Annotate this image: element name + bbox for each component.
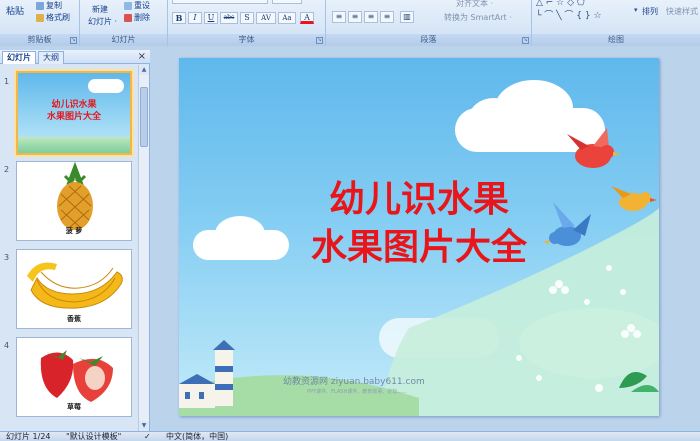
scroll-thumb[interactable] bbox=[140, 87, 148, 147]
new-slide-button-line1[interactable]: 新建 bbox=[92, 4, 108, 15]
scroll-up-button[interactable]: ▲ bbox=[139, 65, 149, 75]
copy-icon bbox=[36, 1, 44, 10]
delete-label: 删除 bbox=[134, 13, 150, 22]
reset-icon bbox=[124, 1, 132, 10]
shapes-gallery[interactable]: △ ⌐ ☆ ◇ ⬠ bbox=[536, 0, 585, 8]
clipboard-group: 粘贴 复制 格式刷 剪贴板 ↘ bbox=[0, 0, 80, 46]
reset-label: 重设 bbox=[134, 1, 150, 10]
align-right-button[interactable]: ≡ bbox=[364, 11, 378, 23]
slides-group: 新建 幻灯片 · 重设 删除 幻灯片 bbox=[80, 0, 168, 46]
shapes-more-button[interactable]: ▾ bbox=[634, 6, 638, 14]
italic-button[interactable]: I bbox=[188, 12, 202, 24]
shadow-button[interactable]: S bbox=[240, 12, 254, 24]
slide-editor: 幼儿识水果 水果图片大全 幼教资源网 ziyuan.baby611.com PP… bbox=[150, 46, 700, 431]
strikethrough-button[interactable]: abc bbox=[220, 12, 238, 24]
brush-icon bbox=[36, 13, 44, 22]
paragraph-group-label: 段落 bbox=[326, 34, 531, 46]
reset-button[interactable]: 重设 bbox=[124, 0, 150, 11]
font-color-button[interactable]: A bbox=[300, 12, 314, 24]
pane-tabs: 幻灯片 大纲 × bbox=[0, 50, 150, 64]
copy-button[interactable]: 复制 bbox=[36, 0, 62, 11]
font-group: B I U abc S AV Aa A 字体 ↘ bbox=[168, 0, 326, 46]
language-indicator[interactable]: 中文(简体，中国) bbox=[166, 432, 228, 441]
delete-button[interactable]: 删除 bbox=[124, 12, 150, 23]
paragraph-launcher[interactable]: ↘ bbox=[522, 37, 529, 44]
slide-title-line2[interactable]: 水果图片大全 bbox=[179, 218, 659, 270]
font-name-box[interactable] bbox=[172, 0, 268, 4]
current-slide[interactable]: 幼儿识水果 水果图片大全 幼教资源网 ziyuan.baby611.com PP… bbox=[179, 58, 659, 416]
quick-styles-button[interactable]: 快速样式 bbox=[666, 6, 698, 17]
paragraph-group: 对齐文本 · ≡ ≡ ≡ ≡ ▥ 转换为 SmartArt · 段落 ↘ bbox=[326, 0, 532, 46]
shapes-gallery-row2[interactable]: └ ⌒ ╲ ⌒ { } ☆ bbox=[536, 8, 602, 21]
paste-button[interactable]: 粘贴 bbox=[6, 4, 24, 17]
thumb-caption: 香蕉 bbox=[67, 315, 81, 323]
align-left-button[interactable]: ≡ bbox=[332, 11, 346, 23]
clipboard-group-label: 剪贴板 bbox=[0, 34, 79, 46]
font-launcher[interactable]: ↘ bbox=[316, 37, 323, 44]
format-painter-button[interactable]: 格式刷 bbox=[36, 12, 70, 23]
scroll-down-button[interactable]: ▼ bbox=[139, 421, 149, 431]
slide-thumbnail-2[interactable]: 菠 萝 bbox=[16, 161, 132, 241]
slide-thumbnails: 1 幼儿识水果 水果图片大全 2 菠 萝 3 香蕉 4 草莓 bbox=[0, 65, 138, 431]
slide-thumbnail-3[interactable]: 香蕉 bbox=[16, 249, 132, 329]
tab-outline[interactable]: 大纲 bbox=[38, 51, 64, 64]
char-spacing-button[interactable]: AV bbox=[256, 12, 276, 24]
thumb-caption: 菠 萝 bbox=[65, 227, 83, 235]
slide-number: 1 bbox=[4, 77, 10, 86]
lighthouse-icon bbox=[179, 340, 235, 408]
watermark-text: 幼教资源网 ziyuan.baby611.com bbox=[283, 377, 425, 387]
slides-group-label: 幻灯片 bbox=[80, 34, 167, 46]
thumb-cloud bbox=[88, 79, 124, 93]
ribbon: 粘贴 复制 格式刷 剪贴板 ↘ 新建 幻灯片 · 重设 删除 幻灯片 B I U… bbox=[0, 0, 700, 46]
slide-position: 幻灯片 1/24 bbox=[6, 432, 51, 441]
spellcheck-icon[interactable]: ✓ bbox=[144, 432, 151, 441]
smartart-button[interactable]: 转换为 SmartArt · bbox=[444, 12, 512, 23]
new-slide-button-line2[interactable]: 幻灯片 · bbox=[88, 16, 117, 27]
watermark-subtext: PPT课件、FLASH课件、教育故事、论坛...... bbox=[307, 389, 407, 395]
drawing-group: △ ⌐ ☆ ◇ ⬠ └ ⌒ ╲ ⌒ { } ☆ ▾ 排列 快速样式 绘图 bbox=[532, 0, 700, 46]
columns-button[interactable]: ▥ bbox=[400, 11, 414, 23]
thumb-ground bbox=[18, 137, 130, 153]
slide-number: 4 bbox=[4, 341, 10, 350]
slide-thumbnail-4[interactable]: 草莓 bbox=[16, 337, 132, 417]
change-case-button[interactable]: Aa bbox=[278, 12, 296, 24]
slide-thumbnail-1[interactable]: 幼儿识水果 水果图片大全 bbox=[16, 71, 132, 155]
status-bar: 幻灯片 1/24 "默认设计模板" ✓ 中文(简体，中国) bbox=[0, 431, 700, 441]
align-center-button[interactable]: ≡ bbox=[348, 11, 362, 23]
close-pane-button[interactable]: × bbox=[138, 51, 146, 62]
copy-label: 复制 bbox=[46, 1, 62, 10]
slide-number: 2 bbox=[4, 165, 10, 174]
clipboard-launcher[interactable]: ↘ bbox=[70, 37, 77, 44]
font-size-box[interactable] bbox=[272, 0, 302, 4]
tab-slides[interactable]: 幻灯片 bbox=[2, 51, 36, 64]
font-group-label: 字体 bbox=[168, 34, 325, 46]
pane-scrollbar[interactable]: ▲ ▼ bbox=[138, 65, 149, 431]
delete-icon bbox=[124, 13, 132, 22]
drawing-group-label: 绘图 bbox=[532, 34, 700, 46]
slide-title-line1[interactable]: 幼儿识水果 bbox=[179, 170, 659, 222]
thumb-caption: 草莓 bbox=[67, 403, 81, 411]
arrange-button[interactable]: 排列 bbox=[642, 6, 658, 17]
format-painter-label: 格式刷 bbox=[46, 13, 70, 22]
slide-number: 3 bbox=[4, 253, 10, 262]
theme-name[interactable]: "默认设计模板" bbox=[66, 432, 121, 441]
thumb-title-line2: 水果图片大全 bbox=[46, 112, 101, 122]
bold-button[interactable]: B bbox=[172, 12, 186, 24]
slides-pane: 幻灯片 大纲 × 1 幼儿识水果 水果图片大全 2 菠 萝 3 香蕉 4 草莓 … bbox=[0, 50, 150, 431]
underline-button[interactable]: U bbox=[204, 12, 218, 24]
justify-button[interactable]: ≡ bbox=[380, 11, 394, 23]
align-text-button[interactable]: 对齐文本 · bbox=[456, 0, 493, 9]
